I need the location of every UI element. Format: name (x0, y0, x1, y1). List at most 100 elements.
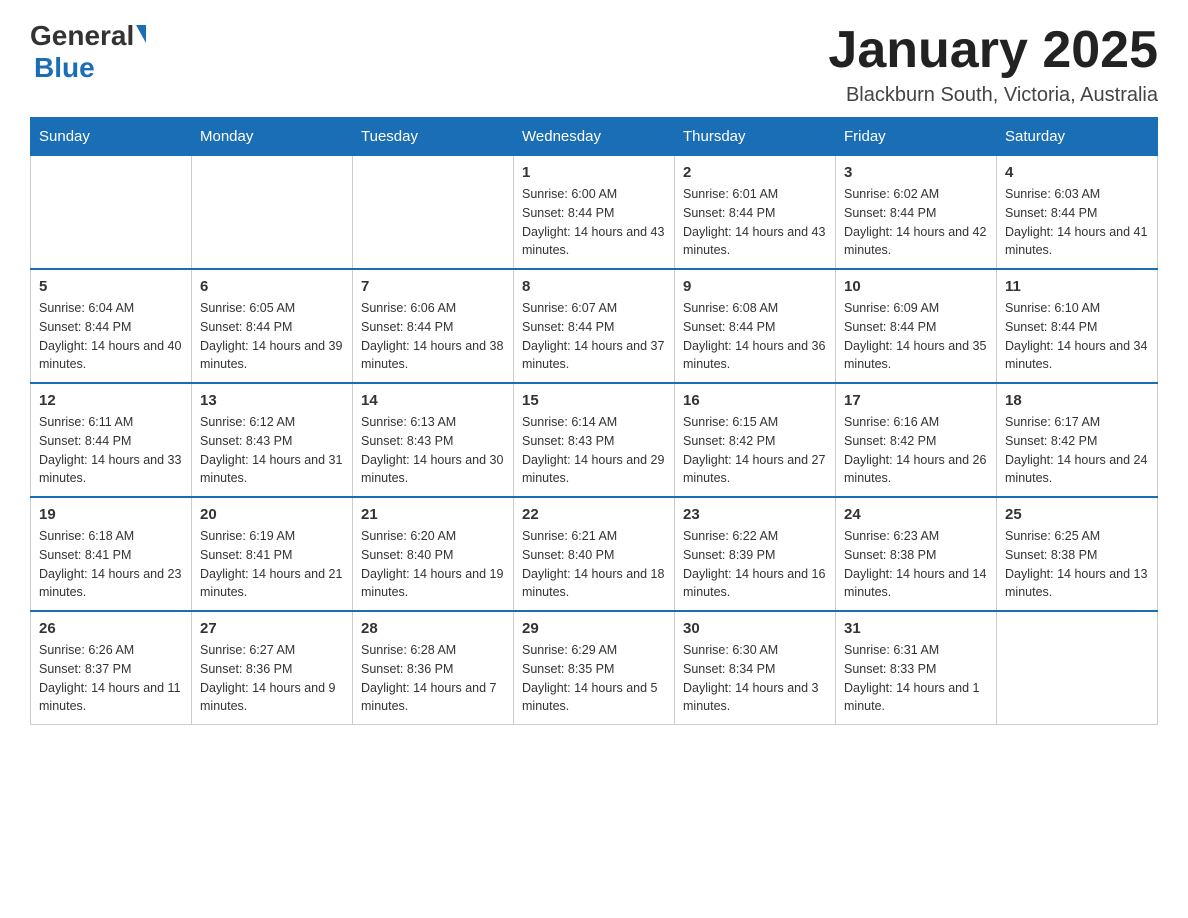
table-row: 30 Sunrise: 6:30 AMSunset: 8:34 PMDayligh… (675, 611, 836, 725)
col-sunday: Sunday (31, 118, 192, 156)
table-row: 20 Sunrise: 6:19 AMSunset: 8:41 PMDayligh… (192, 497, 353, 611)
day-info: Sunrise: 6:13 AMSunset: 8:43 PMDaylight:… (361, 413, 505, 488)
logo-general-text: General (30, 20, 134, 52)
table-row: 19 Sunrise: 6:18 AMSunset: 8:41 PMDayligh… (31, 497, 192, 611)
day-info: Sunrise: 6:14 AMSunset: 8:43 PMDaylight:… (522, 413, 666, 488)
table-row: 16 Sunrise: 6:15 AMSunset: 8:42 PMDayligh… (675, 383, 836, 497)
table-row: 10 Sunrise: 6:09 AMSunset: 8:44 PMDayligh… (836, 269, 997, 383)
table-row: 26Sunrise: 6:26 AMSunset: 8:37 PMDayligh… (31, 611, 192, 725)
day-info: Sunrise: 6:16 AMSunset: 8:42 PMDaylight:… (844, 413, 988, 488)
day-info: Sunrise: 6:19 AMSunset: 8:41 PMDaylight:… (200, 527, 344, 602)
day-number: 23 (683, 506, 827, 523)
day-info: Sunrise: 6:05 AMSunset: 8:44 PMDaylight:… (200, 299, 344, 374)
day-info: Sunrise: 6:03 AMSunset: 8:44 PMDaylight:… (1005, 185, 1149, 260)
day-info: Sunrise: 6:21 AMSunset: 8:40 PMDaylight:… (522, 527, 666, 602)
calendar-table: Sunday Monday Tuesday Wednesday Thursday… (30, 117, 1158, 725)
day-info: Sunrise: 6:28 AMSunset: 8:36 PMDaylight:… (361, 641, 505, 716)
day-number: 9 (683, 278, 827, 295)
table-row: 6 Sunrise: 6:05 AMSunset: 8:44 PMDaylight… (192, 269, 353, 383)
day-number: 10 (844, 278, 988, 295)
day-number: 4 (1005, 164, 1149, 181)
table-row (997, 611, 1158, 725)
day-number: 13 (200, 392, 344, 409)
day-number: 24 (844, 506, 988, 523)
day-info: Sunrise: 6:11 AMSunset: 8:44 PMDaylight:… (39, 413, 183, 488)
calendar-week-row: 12 Sunrise: 6:11 AMSunset: 8:44 PMDayligh… (31, 383, 1158, 497)
day-info: Sunrise: 6:10 AMSunset: 8:44 PMDaylight:… (1005, 299, 1149, 374)
day-info: Sunrise: 6:02 AMSunset: 8:44 PMDaylight:… (844, 185, 988, 260)
table-row: 1 Sunrise: 6:00 AMSunset: 8:44 PMDaylight… (514, 156, 675, 270)
table-row: 28 Sunrise: 6:28 AMSunset: 8:36 PMDayligh… (353, 611, 514, 725)
col-monday: Monday (192, 118, 353, 156)
logo: General Blue (30, 20, 146, 84)
day-number: 11 (1005, 278, 1149, 295)
day-number: 27 (200, 620, 344, 637)
table-row: 27 Sunrise: 6:27 AMSunset: 8:36 PMDayligh… (192, 611, 353, 725)
day-number: 12 (39, 392, 183, 409)
table-row (353, 156, 514, 270)
day-info: Sunrise: 6:31 AMSunset: 8:33 PMDaylight:… (844, 641, 988, 716)
table-row: 31Sunrise: 6:31 AMSunset: 8:33 PMDayligh… (836, 611, 997, 725)
day-number: 16 (683, 392, 827, 409)
day-number: 2 (683, 164, 827, 181)
table-row: 15 Sunrise: 6:14 AMSunset: 8:43 PMDayligh… (514, 383, 675, 497)
day-number: 3 (844, 164, 988, 181)
day-info: Sunrise: 6:17 AMSunset: 8:42 PMDaylight:… (1005, 413, 1149, 488)
day-info: Sunrise: 6:15 AMSunset: 8:42 PMDaylight:… (683, 413, 827, 488)
day-info: Sunrise: 6:29 AMSunset: 8:35 PMDaylight:… (522, 641, 666, 716)
day-info: Sunrise: 6:18 AMSunset: 8:41 PMDaylight:… (39, 527, 183, 602)
day-info: Sunrise: 6:30 AMSunset: 8:34 PMDaylight:… (683, 641, 827, 716)
calendar-week-row: 26Sunrise: 6:26 AMSunset: 8:37 PMDayligh… (31, 611, 1158, 725)
day-number: 18 (1005, 392, 1149, 409)
table-row: 18 Sunrise: 6:17 AMSunset: 8:42 PMDayligh… (997, 383, 1158, 497)
table-row: 3 Sunrise: 6:02 AMSunset: 8:44 PMDaylight… (836, 156, 997, 270)
page-header: General Blue January 2025 Blackburn Sout… (30, 20, 1158, 107)
table-row (31, 156, 192, 270)
day-number: 5 (39, 278, 183, 295)
table-row: 4 Sunrise: 6:03 AMSunset: 8:44 PMDaylight… (997, 156, 1158, 270)
table-row: 5 Sunrise: 6:04 AMSunset: 8:44 PMDaylight… (31, 269, 192, 383)
table-row: 25Sunrise: 6:25 AMSunset: 8:38 PMDayligh… (997, 497, 1158, 611)
day-info: Sunrise: 6:06 AMSunset: 8:44 PMDaylight:… (361, 299, 505, 374)
day-info: Sunrise: 6:04 AMSunset: 8:44 PMDaylight:… (39, 299, 183, 374)
day-number: 6 (200, 278, 344, 295)
col-tuesday: Tuesday (353, 118, 514, 156)
col-thursday: Thursday (675, 118, 836, 156)
day-number: 7 (361, 278, 505, 295)
table-row: 14Sunrise: 6:13 AMSunset: 8:43 PMDayligh… (353, 383, 514, 497)
day-number: 17 (844, 392, 988, 409)
day-info: Sunrise: 6:00 AMSunset: 8:44 PMDaylight:… (522, 185, 666, 260)
day-number: 8 (522, 278, 666, 295)
day-info: Sunrise: 6:12 AMSunset: 8:43 PMDaylight:… (200, 413, 344, 488)
table-row: 24 Sunrise: 6:23 AMSunset: 8:38 PMDayligh… (836, 497, 997, 611)
month-title: January 2025 (828, 20, 1158, 80)
day-number: 28 (361, 620, 505, 637)
table-row: 8 Sunrise: 6:07 AMSunset: 8:44 PMDaylight… (514, 269, 675, 383)
day-info: Sunrise: 6:07 AMSunset: 8:44 PMDaylight:… (522, 299, 666, 374)
day-info: Sunrise: 6:09 AMSunset: 8:44 PMDaylight:… (844, 299, 988, 374)
calendar-week-row: 5 Sunrise: 6:04 AMSunset: 8:44 PMDaylight… (31, 269, 1158, 383)
day-number: 1 (522, 164, 666, 181)
col-wednesday: Wednesday (514, 118, 675, 156)
table-row: 12 Sunrise: 6:11 AMSunset: 8:44 PMDayligh… (31, 383, 192, 497)
day-number: 20 (200, 506, 344, 523)
calendar-week-row: 19 Sunrise: 6:18 AMSunset: 8:41 PMDayligh… (31, 497, 1158, 611)
day-number: 19 (39, 506, 183, 523)
logo-triangle-icon (136, 25, 146, 43)
day-number: 30 (683, 620, 827, 637)
day-number: 25 (1005, 506, 1149, 523)
day-number: 29 (522, 620, 666, 637)
day-number: 22 (522, 506, 666, 523)
table-row: 22 Sunrise: 6:21 AMSunset: 8:40 PMDayligh… (514, 497, 675, 611)
day-number: 15 (522, 392, 666, 409)
logo-blue-text: Blue (34, 52, 95, 83)
col-friday: Friday (836, 118, 997, 156)
day-info: Sunrise: 6:23 AMSunset: 8:38 PMDaylight:… (844, 527, 988, 602)
table-row: 21Sunrise: 6:20 AMSunset: 8:40 PMDayligh… (353, 497, 514, 611)
day-info: Sunrise: 6:27 AMSunset: 8:36 PMDaylight:… (200, 641, 344, 716)
table-row: 2Sunrise: 6:01 AMSunset: 8:44 PMDaylight… (675, 156, 836, 270)
header-row: Sunday Monday Tuesday Wednesday Thursday… (31, 118, 1158, 156)
table-row (192, 156, 353, 270)
day-info: Sunrise: 6:20 AMSunset: 8:40 PMDaylight:… (361, 527, 505, 602)
calendar-week-row: 1 Sunrise: 6:00 AMSunset: 8:44 PMDaylight… (31, 156, 1158, 270)
